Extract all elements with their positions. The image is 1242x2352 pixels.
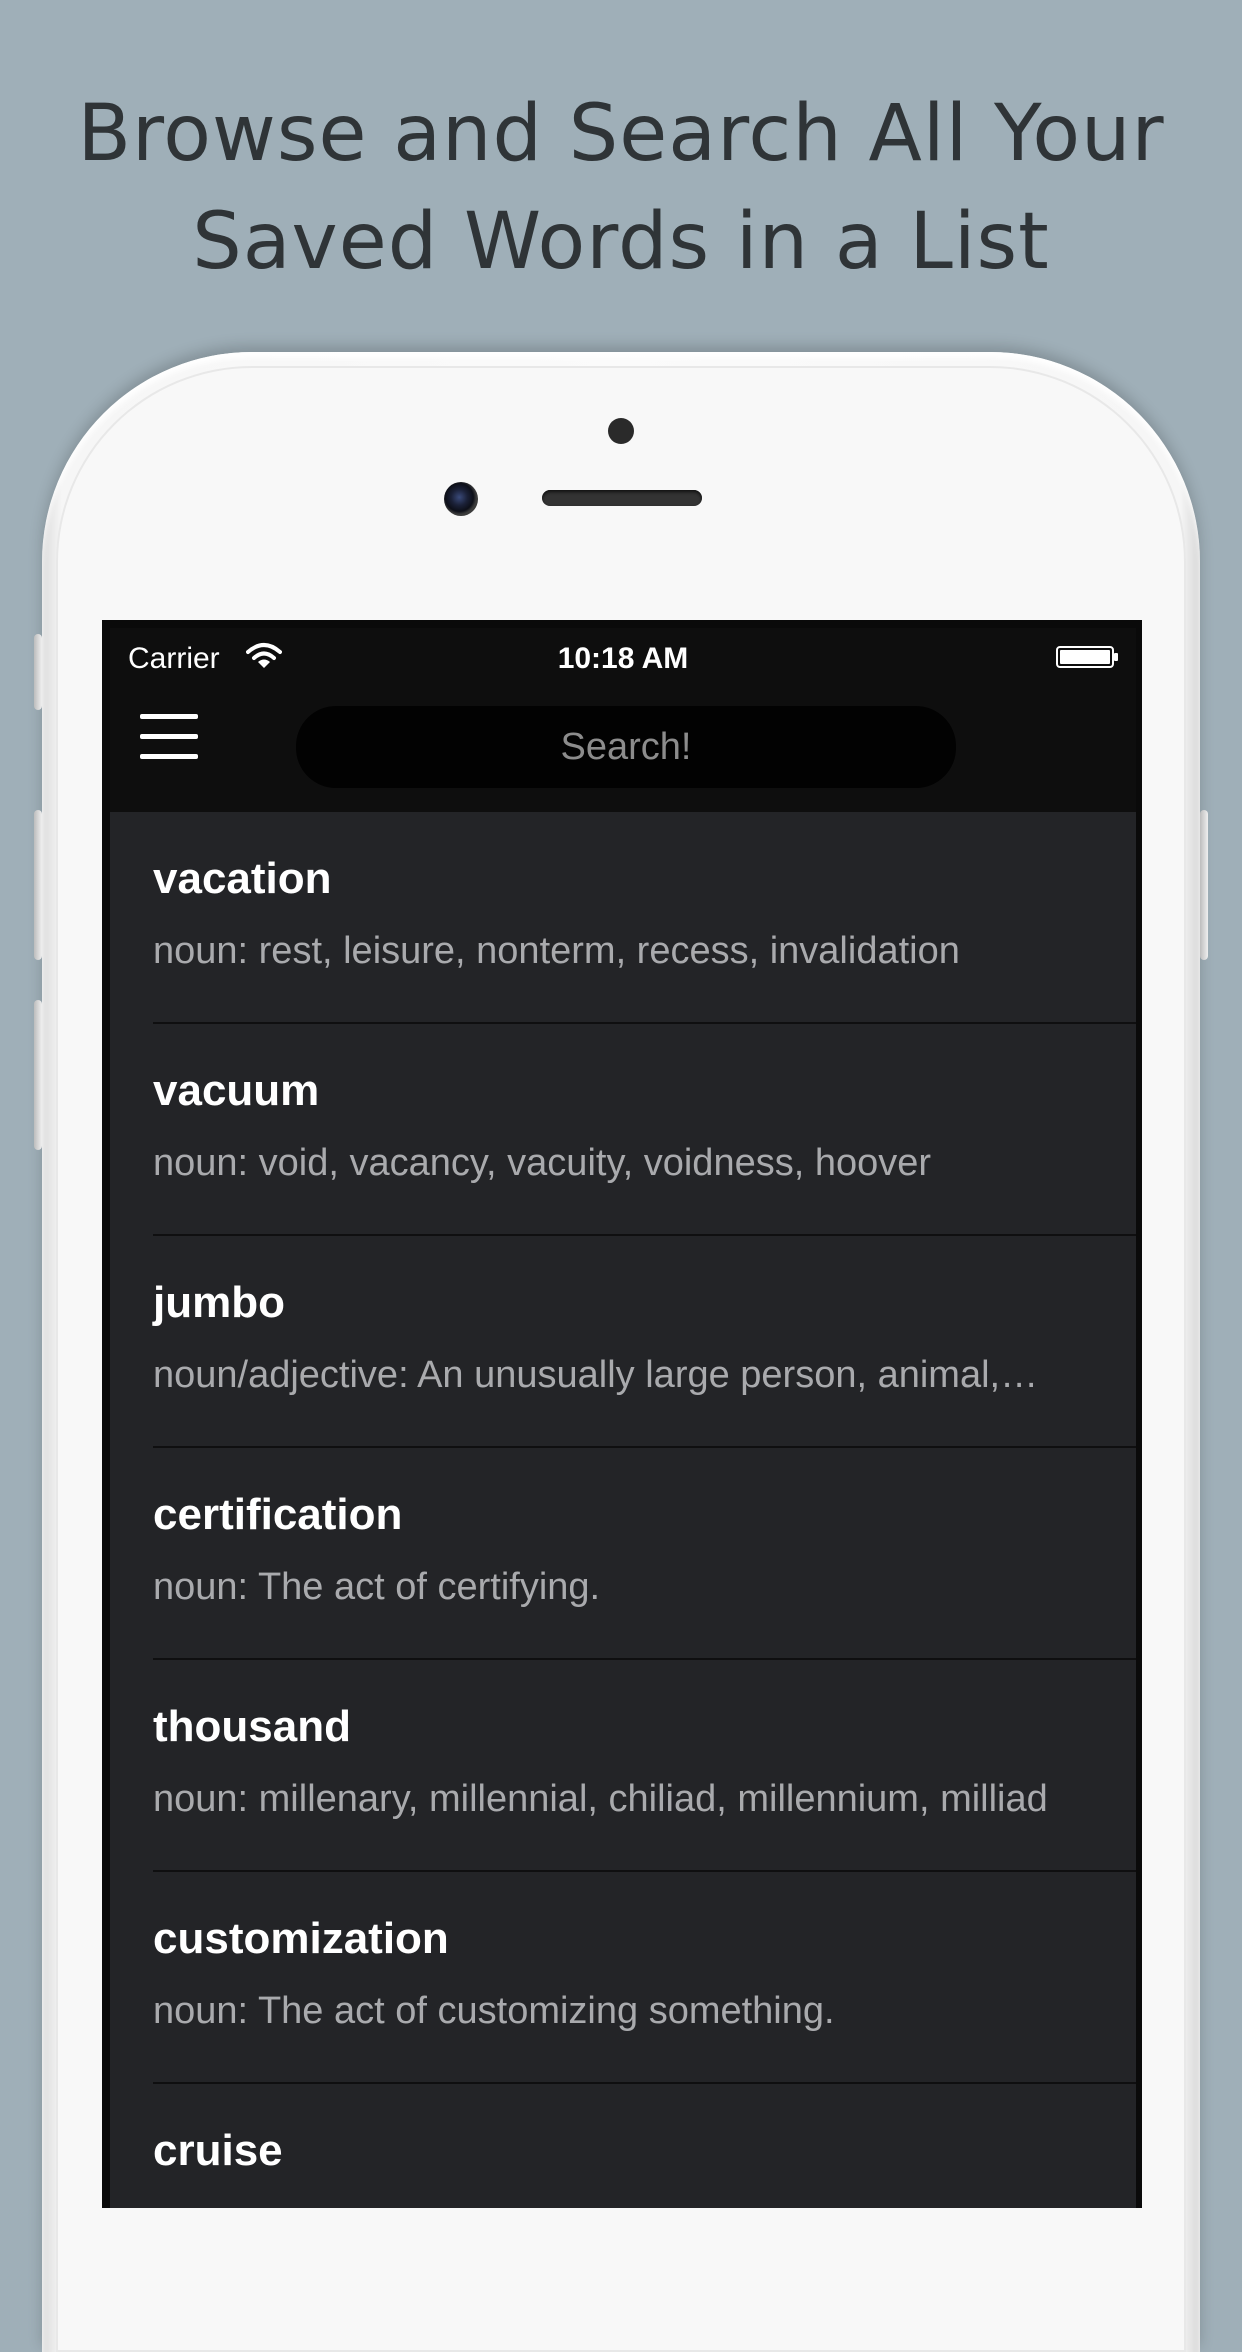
- marketing-headline: Browse and Search All Your Saved Words i…: [0, 80, 1242, 296]
- list-item[interactable]: jumbo noun/adjective: An unusually large…: [110, 1236, 1136, 1448]
- volume-up-button: [34, 810, 42, 960]
- search-input[interactable]: [296, 706, 956, 788]
- headline-line-1: Browse and Search All Your: [77, 89, 1165, 179]
- list-item[interactable]: vacation noun: rest, leisure, nonterm, r…: [110, 812, 1136, 1024]
- word-title: certification: [153, 1490, 403, 1539]
- phone-screen: Carrier 10:18 AM vacation: [102, 620, 1142, 2208]
- word-definition: noun/adjective: An unusually large perso…: [153, 1354, 1039, 1396]
- status-time: 10:18 AM: [557, 642, 689, 675]
- front-camera-icon: [444, 482, 478, 516]
- headline-line-2: Saved Words in a List: [192, 197, 1050, 287]
- list-item[interactable]: cruise: [110, 2084, 1136, 2208]
- list-item[interactable]: certification noun: The act of certifyin…: [110, 1448, 1136, 1660]
- word-definition: noun: The act of certifying.: [153, 1566, 601, 1608]
- word-title: cruise: [153, 2126, 283, 2175]
- saved-words-list[interactable]: vacation noun: rest, leisure, nonterm, r…: [110, 812, 1136, 2208]
- word-definition: noun: millenary, millennial, chiliad, mi…: [153, 1778, 1048, 1820]
- status-bar: Carrier 10:18 AM: [110, 628, 1136, 684]
- list-item[interactable]: vacuum noun: void, vacancy, vacuity, voi…: [110, 1024, 1136, 1236]
- word-title: customization: [153, 1914, 449, 1963]
- hamburger-menu-icon[interactable]: [140, 714, 200, 760]
- app-screen: Carrier 10:18 AM vacation: [110, 628, 1136, 2208]
- mute-switch: [34, 634, 42, 710]
- word-title: vacation: [153, 854, 332, 903]
- word-title: jumbo: [153, 1278, 285, 1327]
- volume-down-button: [34, 1000, 42, 1150]
- list-item[interactable]: customization noun: The act of customizi…: [110, 1872, 1136, 2084]
- earpiece-speaker: [542, 490, 702, 506]
- proximity-sensor: [608, 418, 634, 444]
- word-title: thousand: [153, 1702, 351, 1751]
- word-title: vacuum: [153, 1066, 320, 1115]
- navigation-bar: [110, 684, 1136, 788]
- word-definition: noun: rest, leisure, nonterm, recess, in…: [153, 930, 960, 972]
- power-button: [1200, 810, 1208, 960]
- word-definition: noun: void, vacancy, vacuity, voidness, …: [153, 1142, 932, 1184]
- word-definition: noun: The act of customizing something.: [153, 1990, 835, 2032]
- list-item[interactable]: thousand noun: millenary, millennial, ch…: [110, 1660, 1136, 1872]
- battery-icon: [1056, 646, 1118, 668]
